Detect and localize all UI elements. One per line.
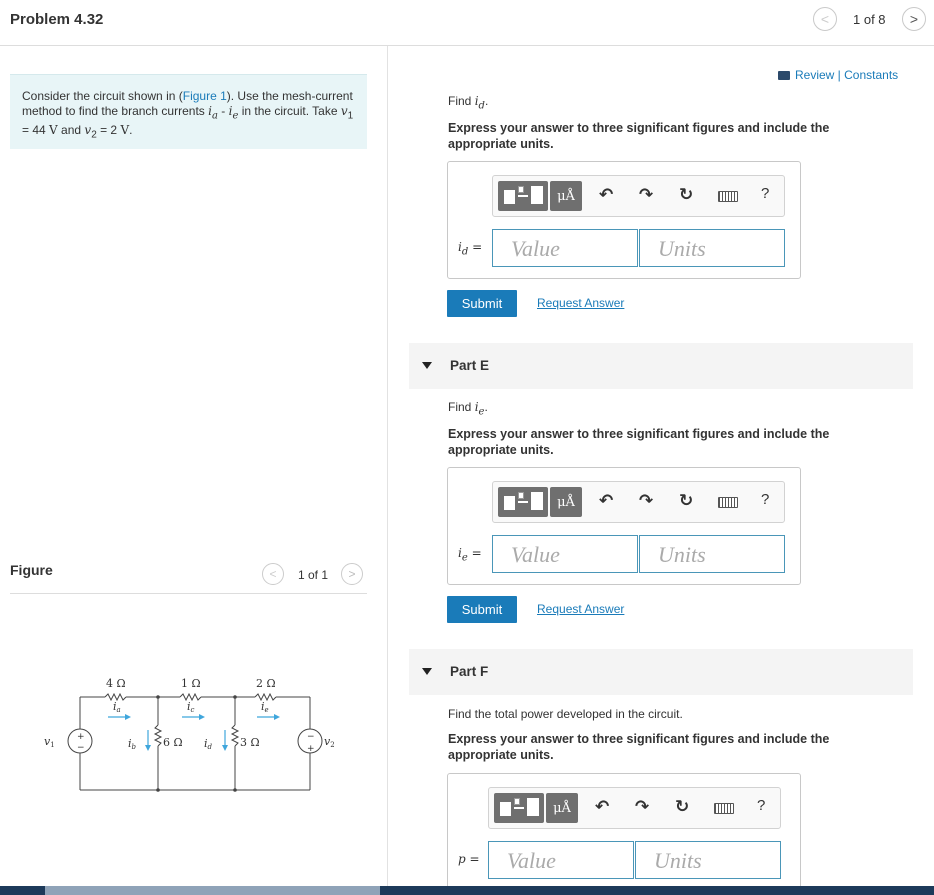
top-bar: Problem 4.32 < 1 of 8 > — [0, 0, 934, 46]
resistor-3ohm — [230, 724, 240, 747]
part-d-answer-box: μÅ ↶ ↷ ↻ ? id = Value Units — [447, 161, 801, 279]
undo-icon[interactable]: ↶ — [599, 185, 613, 205]
svg-text:v2: v2 — [324, 735, 335, 749]
part-e-instruction: Express your answer to three significant… — [448, 427, 830, 457]
reset-icon[interactable]: ↻ — [675, 797, 689, 817]
request-answer-link[interactable]: Request Answer — [537, 296, 624, 310]
keyboard-icon[interactable] — [714, 803, 734, 814]
value-input[interactable]: Value — [492, 535, 638, 573]
units-input[interactable]: Units — [635, 841, 781, 879]
svg-text:1 Ω: 1 Ω — [181, 677, 201, 690]
svg-text:ic: ic — [187, 700, 195, 714]
part-f-instruction: Express your answer to three significant… — [448, 732, 830, 762]
svg-text:+: + — [307, 744, 315, 754]
answer-variable-label: id = — [458, 240, 483, 258]
collapse-triangle-icon — [422, 668, 432, 675]
collapse-triangle-icon — [422, 362, 432, 369]
book-icon — [778, 71, 790, 81]
figure-heading: Figure — [10, 562, 53, 578]
chevron-left-icon: < — [820, 11, 830, 27]
part-d-instruction: Express your answer to three significant… — [448, 121, 830, 151]
part-e-question: Find ie. — [448, 400, 488, 418]
problem-page-indicator: 1 of 8 — [853, 12, 886, 27]
figure-page-indicator: 1 of 1 — [298, 568, 329, 582]
svg-text:6 Ω: 6 Ω — [163, 736, 183, 749]
units-button[interactable]: μÅ — [550, 181, 582, 211]
units-input[interactable]: Units — [639, 535, 785, 573]
reset-icon[interactable]: ↻ — [679, 185, 693, 205]
undo-icon[interactable]: ↶ — [599, 491, 613, 511]
help-button[interactable]: ? — [761, 491, 769, 508]
review-constants-link[interactable]: Review | Constants — [778, 68, 898, 82]
templates-button[interactable] — [494, 793, 544, 823]
math-toolbar: μÅ ↶ ↷ ↻ ? — [488, 787, 781, 829]
part-e-answer-box: μÅ ↶ ↷ ↻ ? ie = Value Units — [447, 467, 801, 585]
svg-text:2 Ω: 2 Ω — [256, 677, 276, 690]
svg-text:id: id — [204, 737, 213, 751]
templates-button[interactable] — [498, 181, 548, 211]
svg-text:3 Ω: 3 Ω — [240, 736, 260, 749]
value-input[interactable]: Value — [492, 229, 638, 267]
svg-text:ia: ia — [113, 700, 121, 714]
part-e-header[interactable]: Part E — [409, 343, 913, 389]
part-f-answer-box: μÅ ↶ ↷ ↻ ? p = Value Units — [447, 773, 801, 895]
value-input[interactable]: Value — [488, 841, 634, 879]
help-button[interactable]: ? — [761, 185, 769, 202]
submit-button[interactable]: Submit — [447, 596, 517, 623]
request-answer-link[interactable]: Request Answer — [537, 602, 624, 616]
svg-text:v1: v1 — [44, 735, 55, 749]
units-button[interactable]: μÅ — [546, 793, 578, 823]
math-toolbar: μÅ ↶ ↷ ↻ ? — [492, 481, 785, 523]
keyboard-icon[interactable] — [718, 191, 738, 202]
figure-next-button[interactable]: > — [341, 563, 363, 585]
prev-problem-button[interactable]: < — [813, 7, 837, 31]
problem-statement: Consider the circuit shown in (Figure 1)… — [10, 74, 367, 149]
part-f-header[interactable]: Part F — [409, 649, 913, 695]
figure-link[interactable]: Figure 1 — [183, 89, 227, 103]
panel-divider — [387, 46, 388, 895]
redo-icon[interactable]: ↷ — [639, 491, 653, 511]
keyboard-icon[interactable] — [718, 497, 738, 508]
figure-prev-button[interactable]: < — [262, 563, 284, 585]
chevron-right-icon: > — [348, 567, 356, 581]
part-d-question: Find id. — [448, 94, 489, 112]
svg-text:−: − — [77, 743, 85, 753]
redo-icon[interactable]: ↷ — [639, 185, 653, 205]
answer-variable-label: p = — [458, 852, 480, 866]
part-f-question: Find the total power developed in the ci… — [448, 707, 683, 721]
units-input[interactable]: Units — [639, 229, 785, 267]
svg-text:ib: ib — [128, 737, 137, 751]
chevron-left-icon: < — [269, 567, 277, 581]
svg-text:4 Ω: 4 Ω — [106, 677, 126, 690]
next-problem-button[interactable]: > — [902, 7, 926, 31]
units-button[interactable]: μÅ — [550, 487, 582, 517]
templates-button[interactable] — [498, 487, 548, 517]
chevron-right-icon: > — [909, 11, 919, 27]
bottom-scrollbar[interactable] — [0, 886, 934, 895]
resistor-2ohm — [254, 692, 277, 702]
reset-icon[interactable]: ↻ — [679, 491, 693, 511]
problem-title: Problem 4.32 — [10, 11, 104, 28]
resistor-6ohm — [153, 724, 163, 747]
circuit-diagram: 4 Ω 1 Ω 2 Ω 6 Ω 3 Ω ia ic ie ib id v1 v2… — [44, 677, 335, 792]
help-button[interactable]: ? — [757, 797, 765, 814]
redo-icon[interactable]: ↷ — [635, 797, 649, 817]
math-toolbar: μÅ ↶ ↷ ↻ ? — [492, 175, 785, 217]
scrollbar-thumb[interactable] — [45, 886, 380, 895]
svg-text:−: − — [307, 732, 315, 742]
undo-icon[interactable]: ↶ — [595, 797, 609, 817]
svg-text:ie: ie — [261, 700, 269, 714]
svg-text:+: + — [77, 732, 85, 742]
submit-button[interactable]: Submit — [447, 290, 517, 317]
answer-variable-label: ie = — [458, 546, 482, 564]
figure-divider — [10, 593, 367, 594]
